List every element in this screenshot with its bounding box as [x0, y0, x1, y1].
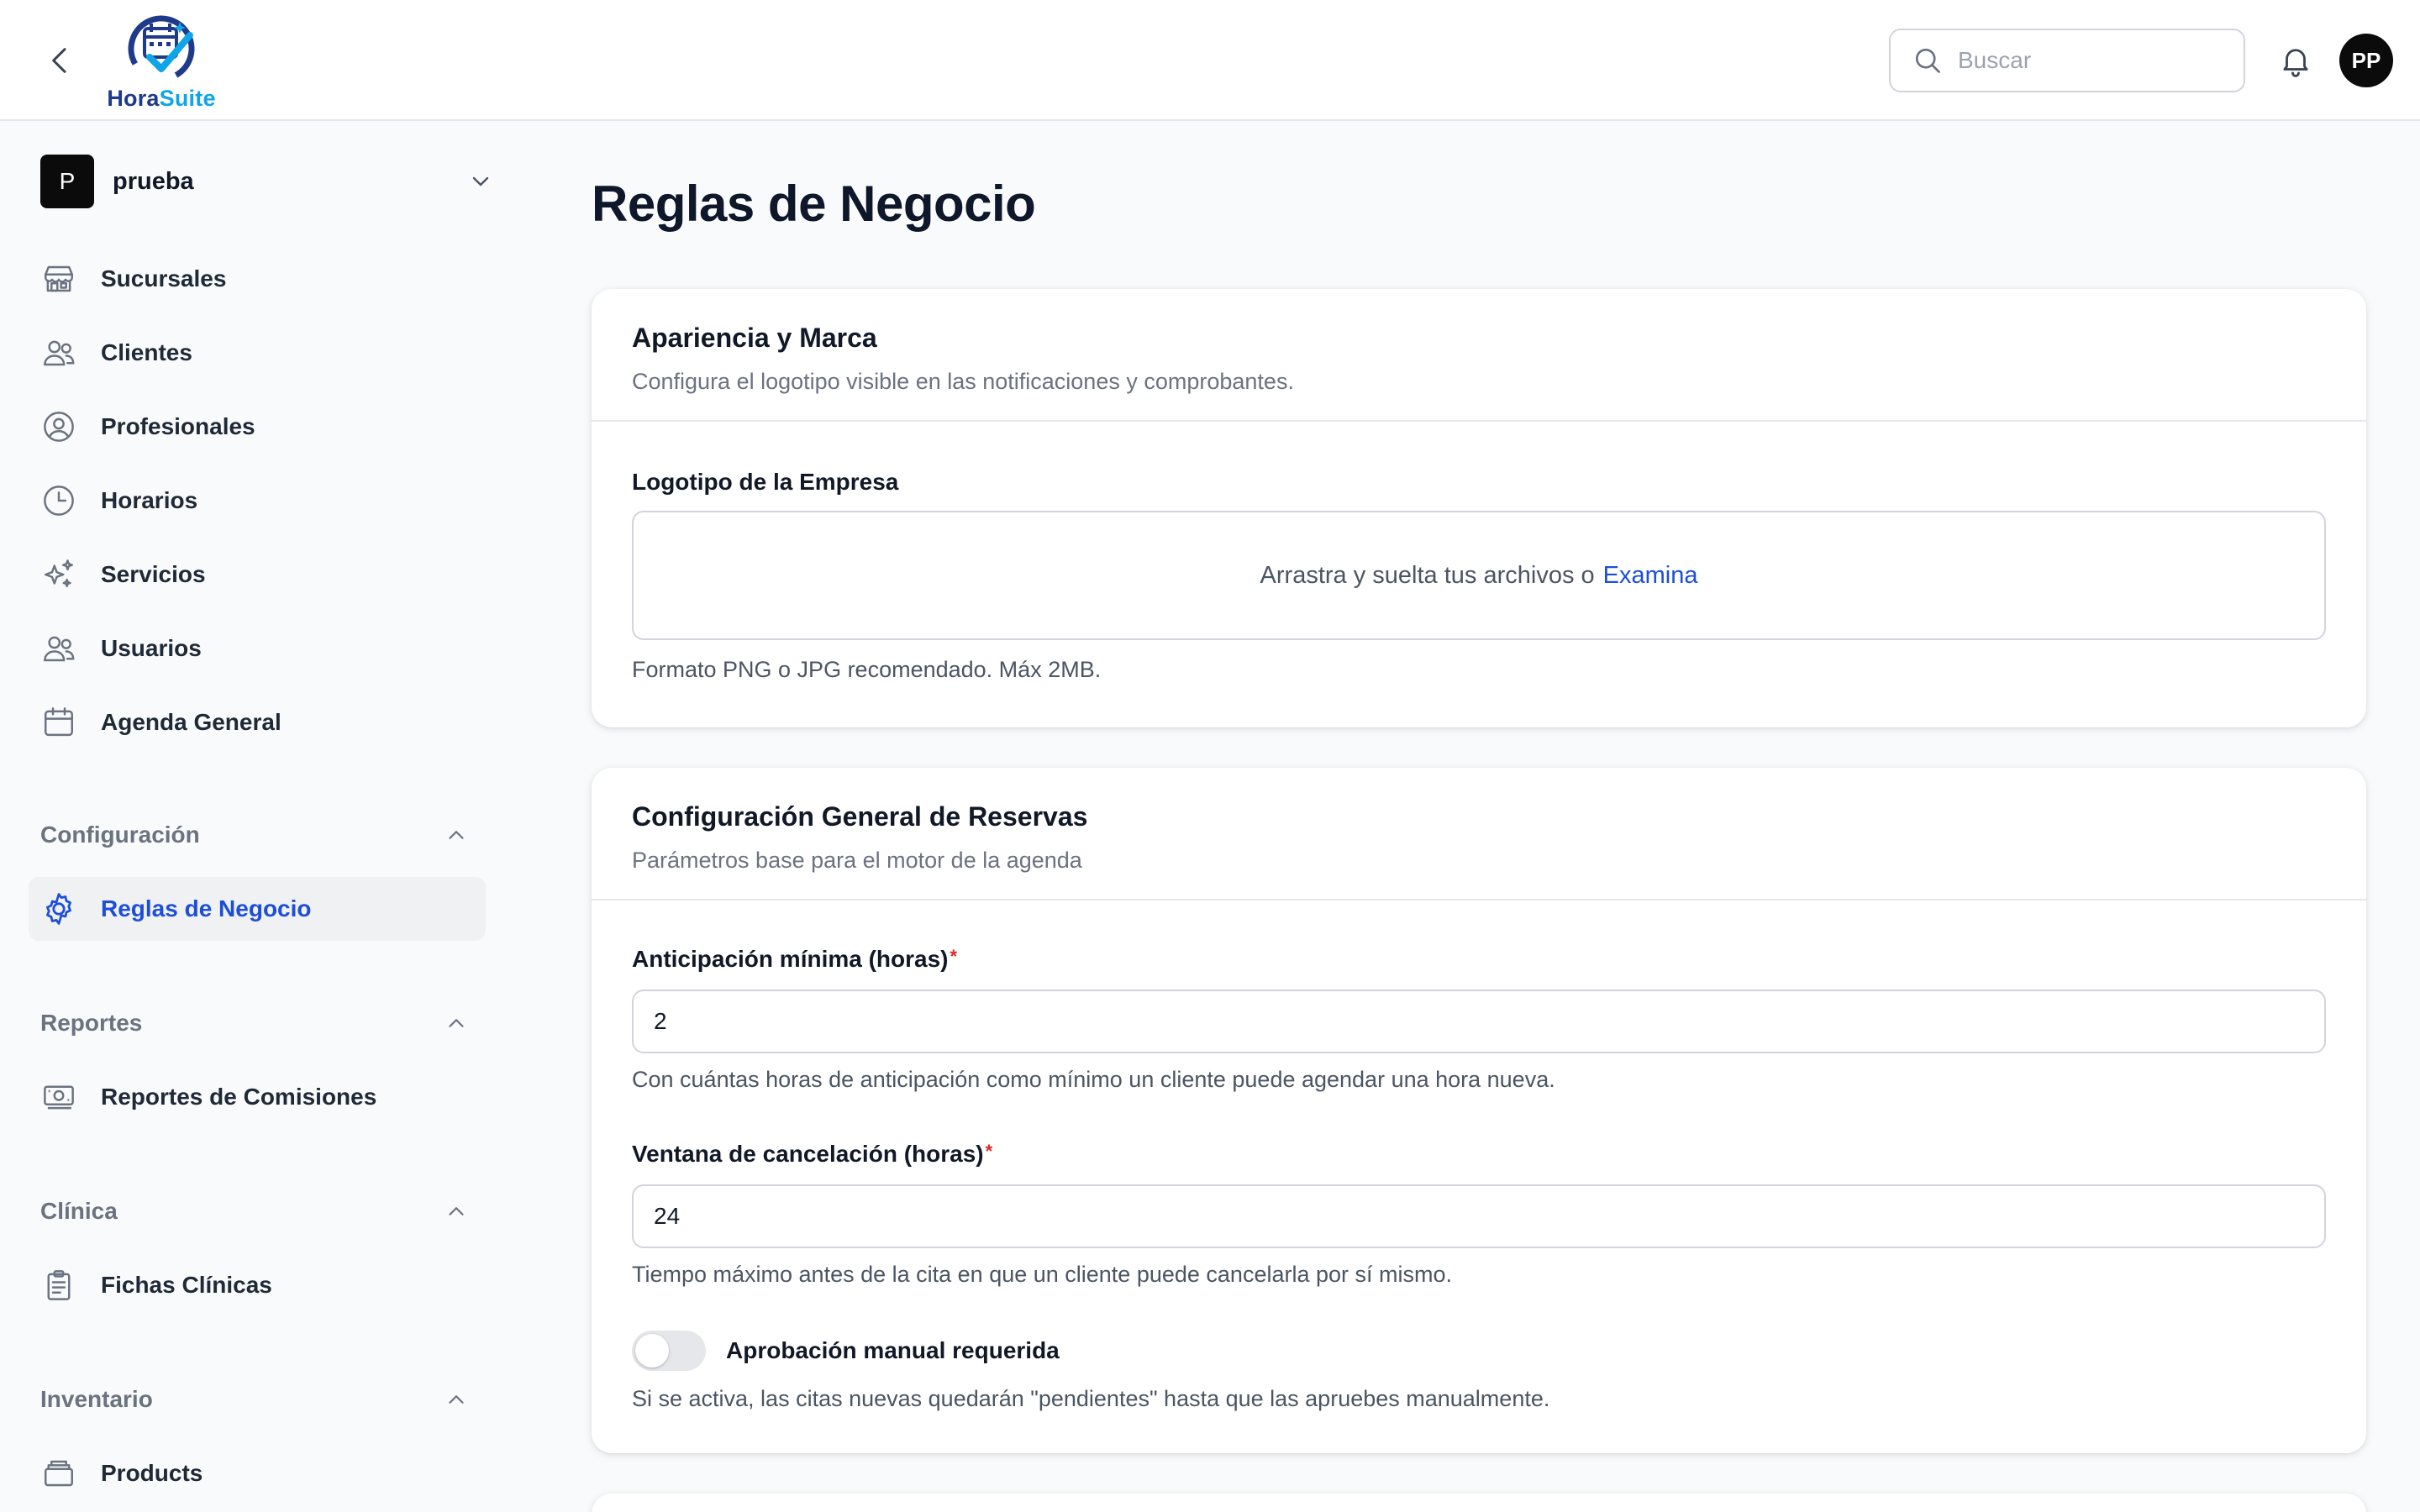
- cancel-window-label: Ventana de cancelación (horas)*: [632, 1141, 993, 1167]
- chevron-up-icon: [449, 1395, 464, 1404]
- section-label: Configuración: [40, 822, 200, 848]
- logo-label: Logotipo de la Empresa: [632, 469, 899, 495]
- calendar-icon: [40, 704, 77, 741]
- sidebar-item-label: Reportes de Comisiones: [101, 1084, 377, 1110]
- sidebar-item-label: Horarios: [101, 487, 198, 513]
- section-label: Clínica: [40, 1198, 118, 1224]
- cancel-window-help: Tiempo máximo antes de la cita en que un…: [632, 1262, 1453, 1287]
- sidebar-item-agenda-general[interactable]: Agenda General: [29, 690, 486, 754]
- users-icon: [40, 334, 77, 371]
- clock-icon: [40, 482, 77, 519]
- card-header: Apariencia y Marca Configura el logotipo…: [592, 289, 2366, 422]
- page-title: Reglas de Negocio: [592, 176, 1036, 232]
- store-icon: [40, 260, 77, 297]
- app-logo[interactable]: HoraSuite: [103, 8, 220, 113]
- org-badge: P: [40, 155, 94, 208]
- next-card: [592, 1494, 2366, 1512]
- manual-approval-help: Si se activa, las citas nuevas quedarán …: [632, 1386, 1550, 1411]
- sparkles-icon: [40, 556, 77, 593]
- box-icon: [40, 1455, 77, 1492]
- org-name: prueba: [113, 167, 194, 195]
- sidebar-item-sucursales[interactable]: Sucursales: [29, 247, 486, 311]
- card-title: Apariencia y Marca: [632, 323, 877, 353]
- money-icon: [40, 1079, 77, 1116]
- manual-approval-label: Aprobación manual requerida: [726, 1337, 1060, 1363]
- chevron-down-icon: [472, 176, 489, 186]
- sidebar-item-clientes[interactable]: Clientes: [29, 321, 486, 385]
- sidebar-item-label: Agenda General: [101, 709, 281, 735]
- gear-icon: [40, 890, 77, 927]
- card-subtitle: Parámetros base para el motor de la agen…: [632, 848, 1082, 873]
- branding-card: Apariencia y Marca Configura el logotipo…: [592, 289, 2366, 727]
- back-button[interactable]: [37, 37, 84, 84]
- sidebar-item-fichas-clinicas[interactable]: Fichas Clínicas: [29, 1253, 486, 1317]
- section-toggle-configuracion[interactable]: Configuración: [40, 818, 469, 852]
- sidebar-item-label: Servicios: [101, 561, 206, 587]
- card-header: Configuración General de Reservas Paráme…: [592, 768, 2366, 900]
- sidebar-item-reportes-de-comisiones[interactable]: Reportes de Comisiones: [29, 1065, 486, 1129]
- browse-link[interactable]: Examina: [1603, 562, 1698, 590]
- section-label: Reportes: [40, 1010, 143, 1036]
- search-input[interactable]: [1958, 47, 2227, 74]
- sidebar-item-profesionales[interactable]: Profesionales: [29, 395, 486, 459]
- min-advance-input[interactable]: [632, 990, 2326, 1053]
- user-circle-icon: [40, 408, 77, 445]
- sidebar-item-label: Reglas de Negocio: [101, 895, 312, 921]
- bell-icon: [2283, 49, 2308, 77]
- booking-settings-card: Configuración General de Reservas Paráme…: [592, 768, 2366, 1453]
- section-label: Inventario: [40, 1386, 153, 1412]
- sidebar-item-label: Sucursales: [101, 265, 227, 291]
- sidebar: P prueba Sucursales Clientes Profesional…: [0, 123, 504, 1512]
- chevron-left-icon: [52, 48, 66, 73]
- required-mark: *: [985, 1141, 993, 1162]
- clipboard-icon: [40, 1267, 77, 1304]
- min-advance-label: Anticipación mínima (horas)*: [632, 946, 958, 972]
- logo-dropzone[interactable]: Arrastra y suelta tus archivos o Examina: [632, 511, 2326, 640]
- sidebar-item-label: Usuarios: [101, 635, 202, 661]
- notifications-button[interactable]: [2274, 39, 2317, 82]
- sidebar-item-label: Products: [101, 1460, 203, 1486]
- sidebar-item-usuarios[interactable]: Usuarios: [29, 617, 486, 680]
- cancel-window-input[interactable]: [632, 1184, 2326, 1248]
- min-advance-help: Con cuántas horas de anticipación como m…: [632, 1067, 1555, 1092]
- search-icon: [1915, 48, 1940, 73]
- chevron-up-icon: [449, 831, 464, 839]
- section-toggle-clinica[interactable]: Clínica: [40, 1194, 469, 1228]
- manual-approval-toggle[interactable]: [632, 1331, 706, 1371]
- brand-name: HoraSuite: [107, 86, 216, 111]
- user-avatar[interactable]: PP: [2339, 34, 2393, 87]
- dropzone-text: Arrastra y suelta tus archivos o: [1260, 561, 1595, 589]
- sidebar-item-label: Profesionales: [101, 413, 255, 439]
- org-switcher[interactable]: P prueba: [40, 155, 494, 208]
- logo-help: Formato PNG o JPG recomendado. Máx 2MB.: [632, 657, 1102, 682]
- sidebar-item-reglas-de-negocio[interactable]: Reglas de Negocio: [29, 877, 486, 941]
- manual-approval-row[interactable]: Aprobación manual requerida: [632, 1331, 1060, 1371]
- users-icon: [40, 630, 77, 667]
- sidebar-item-products[interactable]: Products: [29, 1441, 486, 1505]
- sidebar-item-label: Fichas Clínicas: [101, 1272, 272, 1298]
- required-mark: *: [950, 946, 958, 967]
- calendar-check-logo-icon: [128, 15, 195, 82]
- section-toggle-inventario[interactable]: Inventario: [40, 1383, 469, 1416]
- chevron-up-icon: [449, 1019, 464, 1027]
- sidebar-item-label: Clientes: [101, 339, 192, 365]
- section-toggle-reportes[interactable]: Reportes: [40, 1006, 469, 1040]
- sidebar-item-servicios[interactable]: Servicios: [29, 543, 486, 606]
- search-box[interactable]: [1889, 29, 2245, 92]
- chevron-up-icon: [449, 1207, 464, 1215]
- card-subtitle: Configura el logotipo visible en las not…: [632, 369, 1294, 394]
- card-title: Configuración General de Reservas: [632, 801, 1088, 832]
- sidebar-item-horarios[interactable]: Horarios: [29, 469, 486, 533]
- toggle-knob: [635, 1334, 669, 1368]
- top-bar: HoraSuite PP: [0, 0, 2420, 121]
